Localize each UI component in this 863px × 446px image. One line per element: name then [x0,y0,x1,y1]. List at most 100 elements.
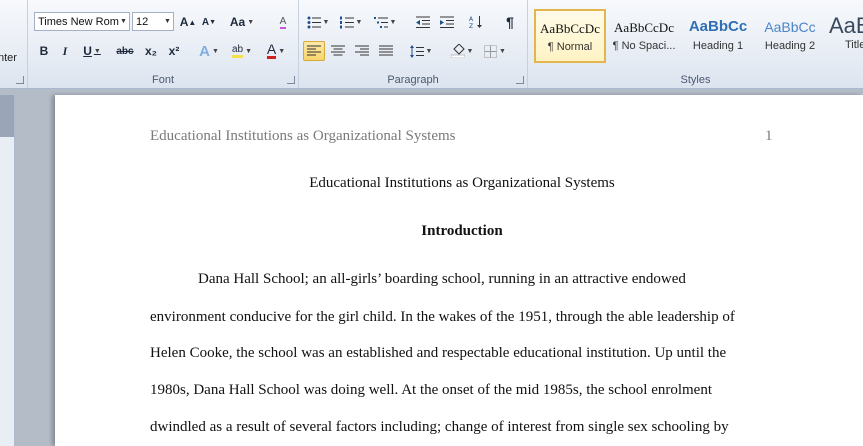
pilcrow-icon: ¶ [506,14,514,30]
font-name-combo[interactable]: Times New Rom ▼ [34,12,130,31]
page-header-title: Educational Institutions as Organization… [150,128,456,144]
sort-icon: A Z [469,16,482,29]
superscript-icon: x² [168,44,180,58]
increase-indent-button[interactable] [436,12,458,32]
section-heading: Introduction [421,223,503,239]
text-effects-icon: A [199,42,210,60]
multilevel-list-button[interactable]: ▼ [369,12,401,32]
clear-formatting-icon: A [279,15,287,29]
document-page[interactable]: Educational Institutions as Organization… [55,95,863,446]
align-left-button[interactable] [303,41,325,61]
strikethrough-icon: abc [116,45,134,57]
text-effects-button[interactable]: A ▼ [194,41,224,61]
styles-group: AaBbCcDc ¶ Normal AaBbCcDc ¶ No Spaci...… [528,0,863,88]
change-case-button[interactable]: Aa ▼ [228,12,256,32]
underline-button[interactable]: U ▼ [76,41,108,61]
italic-button[interactable]: I [55,41,75,61]
font-group: Times New Rom ▼ 12 ▼ A ▲ A ▼ Aa ▼ A B I U ▼ … [28,0,299,88]
style-no-spacing-preview: AaBbCcDc [614,20,674,35]
bullets-icon [307,16,321,28]
styles-group-label: Styles [680,74,711,86]
clipboard-group: nter [0,0,28,88]
svg-text:Z: Z [469,23,473,29]
highlight-color-button[interactable]: ab ▼ [226,41,258,61]
clipboard-dialog-launcher[interactable] [16,76,24,84]
superscript-button[interactable]: x² [163,41,185,61]
style-heading-1[interactable]: AaBbCc Heading 1 [682,9,754,63]
format-painter-label[interactable]: nter [0,52,17,64]
style-no-spacing[interactable]: AaBbCcDc ¶ No Spaci... [608,9,680,63]
style-title[interactable]: AaB Title [826,9,863,63]
align-center-button[interactable] [327,41,349,61]
style-normal-preview: AaBbCcDc [540,21,600,36]
line-spacing-button[interactable]: ▼ [406,41,436,61]
body-line-1: Dana Hall School; an all-girls’ boarding… [198,271,686,287]
body-line-4: 1980s, Dana Hall School was doing well. … [150,382,713,398]
font-color-icon: A [266,41,277,59]
subscript-button[interactable]: x₂ [140,41,162,61]
style-title-preview: AaB [829,13,863,38]
show-formatting-marks-button[interactable]: ¶ [499,12,521,32]
page-number: 1 [765,128,773,144]
chevron-down-icon[interactable]: ▼ [118,13,129,30]
justify-button[interactable] [375,41,397,61]
paragraph-dialog-launcher[interactable] [516,76,524,84]
font-group-label: Font [151,74,174,86]
grow-font-button[interactable]: A ▲ [178,12,198,32]
document-title: Educational Institutions as Organization… [309,175,615,191]
shrink-font-icon: A [201,16,210,28]
borders-button[interactable]: ▼ [479,41,511,61]
style-no-spacing-name: ¶ No Spaci... [612,40,676,52]
font-color-button[interactable]: A ▼ [260,41,292,61]
style-normal[interactable]: AaBbCcDc ¶ Normal [534,9,606,63]
align-center-icon [331,45,345,56]
font-size-combo[interactable]: 12 ▼ [132,12,174,31]
justify-icon [379,45,393,56]
italic-icon: I [62,43,68,58]
ruler-margin [0,95,14,137]
shading-button[interactable]: ▼ [447,41,477,61]
align-right-icon [355,45,369,56]
shrink-font-button[interactable]: A ▼ [199,12,219,32]
borders-icon [484,44,498,58]
subscript-icon: x₂ [144,44,157,58]
style-normal-name: ¶ Normal [547,41,593,53]
highlight-icon-label: ab [231,44,244,55]
font-size-value: 12 [136,15,149,28]
font-name-value: Times New Rom [38,15,119,28]
body-line-3: Helen Cooke, the school was an establish… [150,345,727,361]
bullets-button[interactable]: ▼ [303,12,333,32]
style-heading-1-preview: AaBbCc [688,18,748,35]
highlight-icon: ab [231,44,244,58]
decrease-indent-icon [416,16,430,28]
underline-icon: U [83,44,92,58]
svg-text:A: A [469,16,474,23]
align-right-button[interactable] [351,41,373,61]
line-spacing-icon [409,44,424,58]
paragraph-group: ▼ ▼ ▼ A Z ¶ ▼ ▼ ▼ Paragraph [299,0,528,88]
clear-formatting-button[interactable]: A [272,12,294,32]
chevron-down-icon[interactable]: ▼ [162,13,173,30]
numbering-button[interactable]: ▼ [336,12,366,32]
paragraph-group-label: Paragraph [387,74,439,86]
multilevel-list-icon [373,16,388,28]
decrease-indent-button[interactable] [412,12,434,32]
style-heading-1-name: Heading 1 [692,40,744,52]
font-color-icon-label: A [266,41,277,57]
style-heading-2-preview: AaBbCc [764,19,816,35]
strikethrough-button[interactable]: abc [112,41,138,61]
font-dialog-launcher[interactable] [287,76,295,84]
style-heading-2-name: Heading 2 [764,40,816,52]
ribbon: nter Times New Rom ▼ 12 ▼ A ▲ A ▼ Aa ▼ A B … [0,0,863,89]
vertical-ruler[interactable] [0,95,15,446]
bold-button[interactable]: B [34,41,54,61]
bold-icon: B [39,44,49,58]
numbering-icon [339,16,354,28]
body-line-2: environment conducive for the girl child… [150,309,735,325]
body-line-5: dwindled as a result of several factors … [150,419,729,435]
paint-bucket-icon [450,44,465,58]
style-heading-2[interactable]: AaBbCc Heading 2 [754,9,826,63]
sort-button[interactable]: A Z [465,12,487,32]
style-title-name: Title [845,39,863,51]
increase-indent-icon [440,16,454,28]
